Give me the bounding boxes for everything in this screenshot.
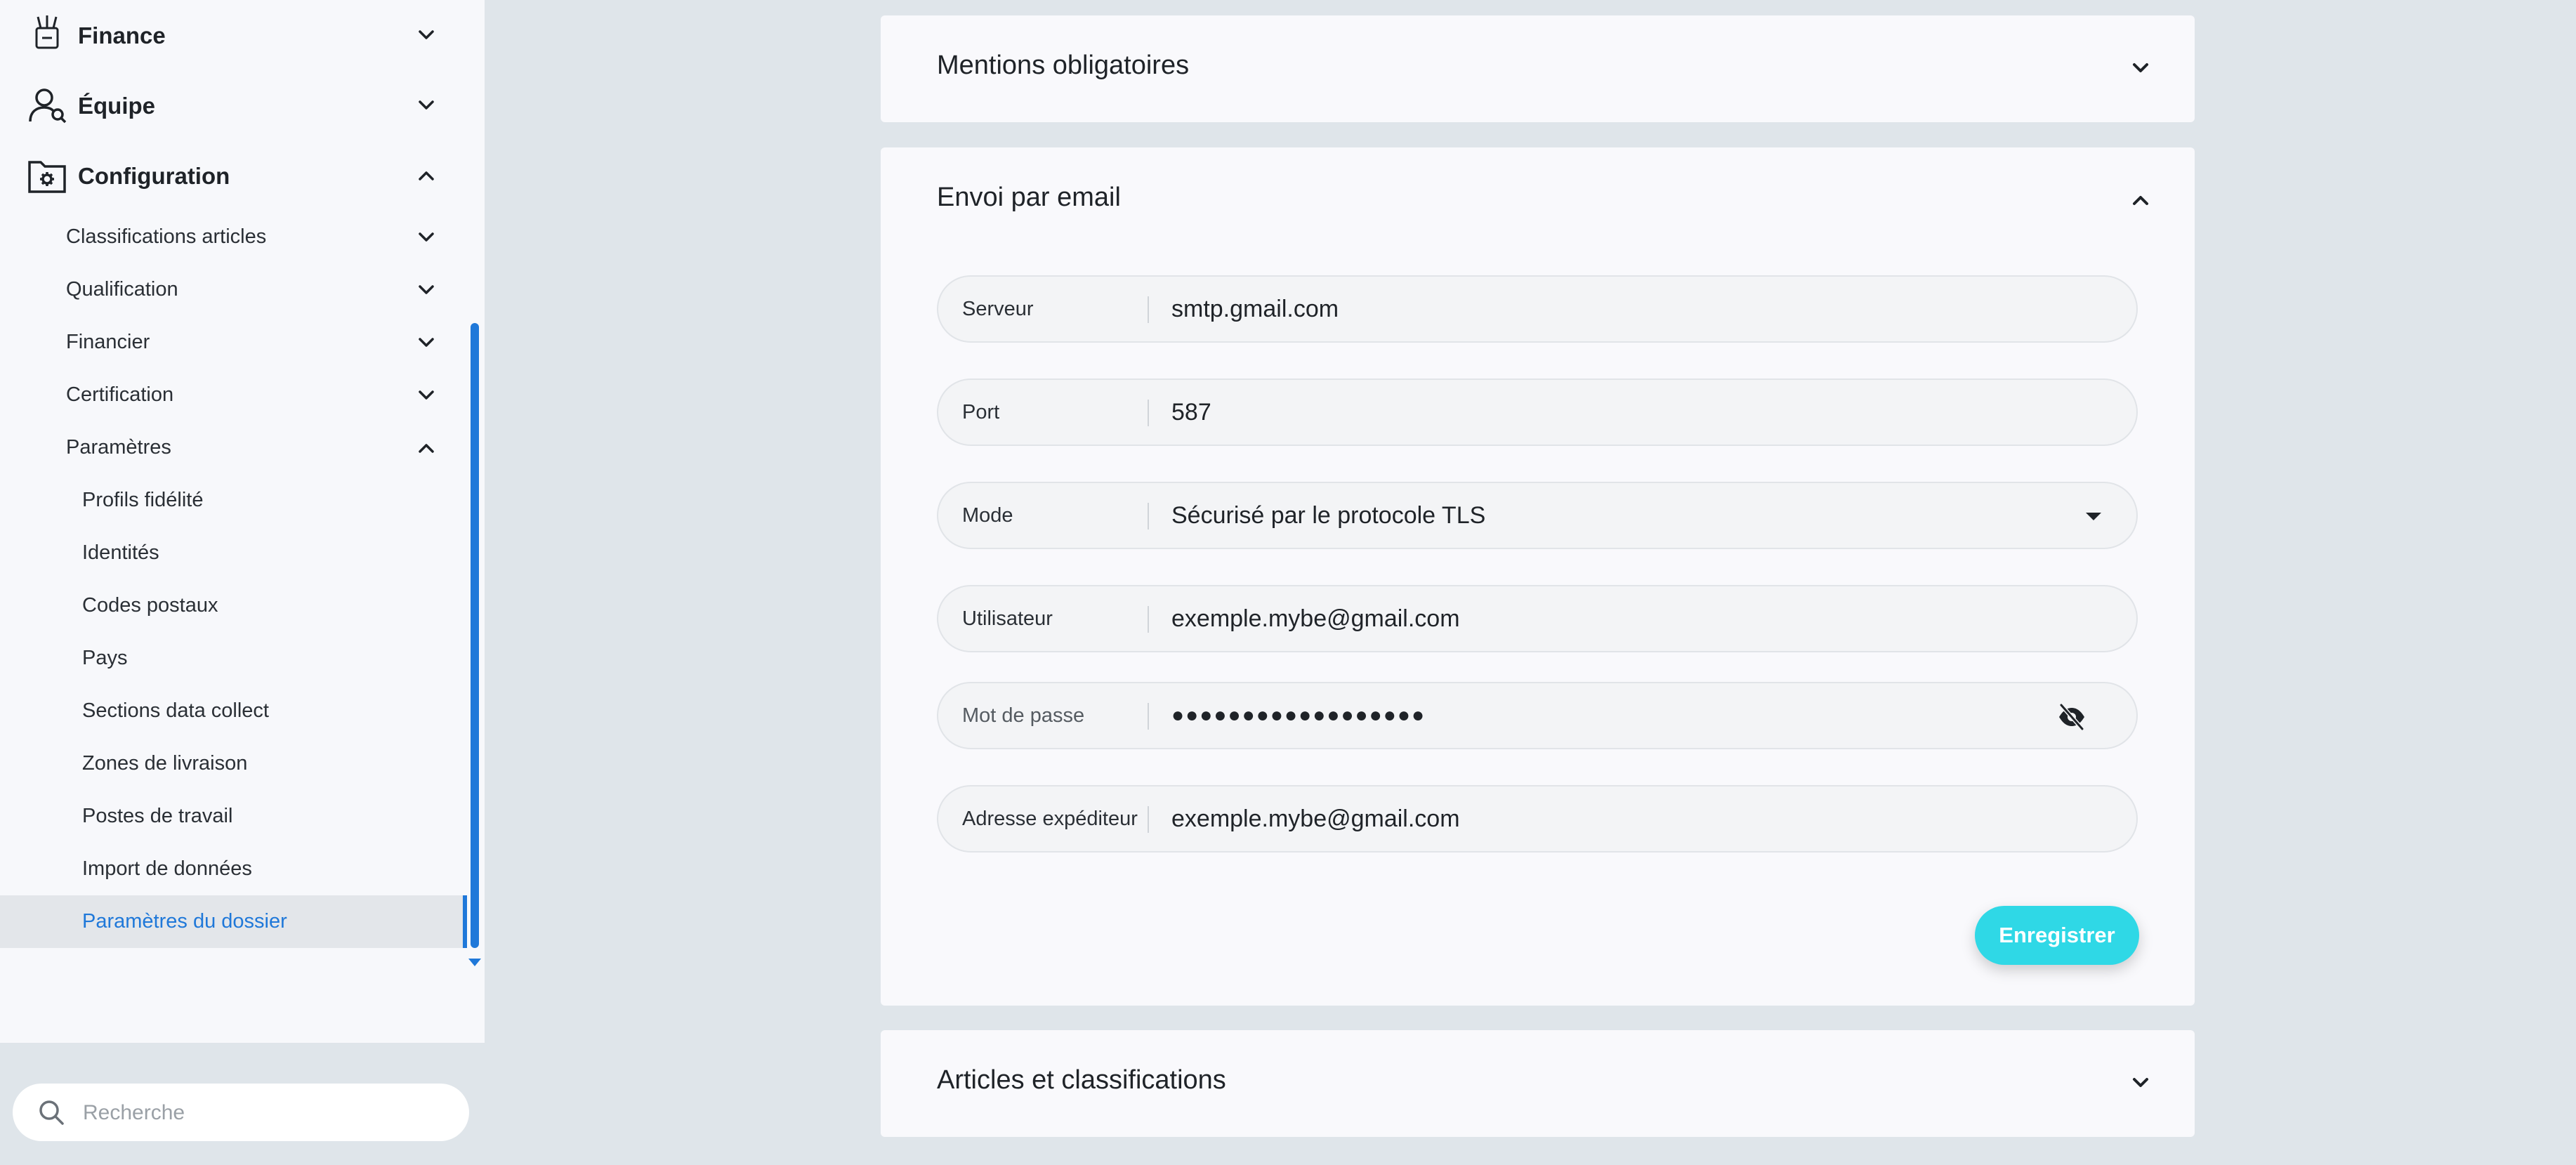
- mode-label: Mode: [962, 504, 1013, 527]
- nav-item-codes-postaux[interactable]: Codes postaux: [0, 579, 467, 632]
- user-label: Utilisateur: [962, 607, 1053, 630]
- nav-item-identites[interactable]: Identités: [0, 527, 467, 579]
- section-header[interactable]: Articles et classifications: [881, 1030, 2195, 1137]
- port-field[interactable]: Port 587: [937, 379, 2138, 446]
- chevron-down-icon[interactable]: [2129, 1071, 2153, 1095]
- password-label: Mot de passe: [962, 704, 1085, 727]
- server-label: Serveur: [962, 298, 1034, 320]
- section-title: Envoi par email: [937, 183, 1121, 212]
- nav-item-configuration[interactable]: Configuration: [0, 140, 485, 211]
- mode-select[interactable]: Mode Sécurisé par le protocole TLS: [937, 482, 2138, 549]
- search-input[interactable]: [81, 1093, 449, 1133]
- chevron-down-icon[interactable]: [414, 278, 438, 302]
- nav-item-label: Import de données: [82, 857, 252, 880]
- nav-item-zones-de-livraison[interactable]: Zones de livraison: [0, 737, 467, 790]
- nav-item-sections-data-collect[interactable]: Sections data collect: [0, 685, 467, 737]
- nav-subitem-classifications-articles[interactable]: Classifications articles: [0, 211, 467, 263]
- nav-item-parametres-du-dossier[interactable]: Paramètres du dossier: [0, 895, 467, 948]
- chevron-down-icon[interactable]: [414, 383, 438, 407]
- field-divider: [1148, 296, 1149, 323]
- sidebar-search[interactable]: [13, 1084, 469, 1141]
- server-input[interactable]: smtp.gmail.com: [1171, 277, 1339, 341]
- nav-subitem-label: Paramètres: [66, 436, 171, 459]
- save-button[interactable]: Enregistrer: [1975, 906, 2139, 965]
- nav-subitem-label: Classifications articles: [66, 225, 267, 248]
- sender-address-field[interactable]: Adresse expéditeur exemple.mybe@gmail.co…: [937, 785, 2138, 853]
- nav-subitem-qualification[interactable]: Qualification: [0, 263, 467, 316]
- chevron-down-icon[interactable]: [414, 93, 438, 117]
- dropdown-caret-icon[interactable]: [2086, 513, 2101, 520]
- field-divider: [1148, 503, 1149, 529]
- chevron-up-icon[interactable]: [414, 436, 438, 460]
- nav-item-postes-de-travail[interactable]: Postes de travail: [0, 790, 467, 843]
- nav-item-label: Postes de travail: [82, 805, 233, 827]
- nav-item-label: Équipe: [78, 93, 156, 119]
- money-icon: [27, 11, 67, 52]
- chevron-down-icon[interactable]: [414, 225, 438, 249]
- section-articles-et-classifications: Articles et classifications: [881, 1030, 2195, 1137]
- chevron-up-icon[interactable]: [414, 164, 438, 187]
- field-divider: [1148, 703, 1149, 730]
- section-mentions-obligatoires: Mentions obligatoires: [881, 15, 2195, 122]
- nav-item-label: Pays: [82, 647, 128, 669]
- nav-item-label: Sections data collect: [82, 699, 269, 722]
- nav-subitem-label: Financier: [66, 331, 150, 353]
- scroll-down-arrow-icon[interactable]: [468, 959, 481, 966]
- field-divider: [1148, 806, 1149, 833]
- settings-folder-icon: [27, 155, 67, 196]
- nav-item-finance[interactable]: Finance: [0, 0, 485, 70]
- eye-off-icon[interactable]: [2056, 702, 2087, 732]
- chevron-down-icon[interactable]: [414, 331, 438, 355]
- nav-item-label: Paramètres du dossier: [82, 910, 287, 933]
- password-field[interactable]: Mot de passe ●●●●●●●●●●●●●●●●●●: [937, 682, 2138, 749]
- nav-item-pays[interactable]: Pays: [0, 632, 467, 685]
- nav-item-label: Profils fidélité: [82, 489, 204, 511]
- nav-item-label: Identités: [82, 541, 159, 564]
- chevron-down-icon[interactable]: [414, 23, 438, 47]
- sender-address-label: Adresse expéditeur: [962, 808, 1138, 830]
- field-divider: [1148, 606, 1149, 633]
- nav-subitem-label: Qualification: [66, 278, 178, 301]
- section-header[interactable]: Envoi par email: [881, 147, 2195, 253]
- field-divider: [1148, 400, 1149, 426]
- sidebar-nav: Finance Équipe Configuration Classificat…: [0, 0, 485, 1043]
- sidebar: Finance Équipe Configuration Classificat…: [0, 0, 485, 1043]
- password-input[interactable]: ●●●●●●●●●●●●●●●●●●: [1171, 683, 1426, 748]
- nav-item-label: Zones de livraison: [82, 752, 248, 775]
- nav-item-equipe[interactable]: Équipe: [0, 70, 485, 140]
- active-indicator: [463, 895, 467, 948]
- nav-subitem-certification[interactable]: Certification: [0, 369, 467, 421]
- section-title: Mentions obligatoires: [937, 51, 1190, 80]
- sender-address-input[interactable]: exemple.mybe@gmail.com: [1171, 786, 1460, 851]
- section-envoi-par-email: Envoi par email Serveur smtp.gmail.com P…: [881, 147, 2195, 1006]
- team-icon: [27, 85, 67, 126]
- section-header[interactable]: Mentions obligatoires: [881, 15, 2195, 122]
- section-title: Articles et classifications: [937, 1065, 1226, 1095]
- server-field[interactable]: Serveur smtp.gmail.com: [937, 275, 2138, 343]
- nav-item-profils-fidelite[interactable]: Profils fidélité: [0, 474, 467, 527]
- user-input[interactable]: exemple.mybe@gmail.com: [1171, 586, 1460, 651]
- nav-subitem-financier[interactable]: Financier: [0, 316, 467, 369]
- sidebar-scrollbar[interactable]: [471, 323, 479, 948]
- nav-item-import-de-donnees[interactable]: Import de données: [0, 843, 467, 895]
- mode-selected-value[interactable]: Sécurisé par le protocole TLS: [1171, 483, 1485, 548]
- chevron-down-icon[interactable]: [2129, 56, 2153, 80]
- nav-subitem-label: Certification: [66, 383, 174, 406]
- chevron-up-icon[interactable]: [2129, 188, 2153, 212]
- nav-item-label: Codes postaux: [82, 594, 218, 617]
- nav-item-label: Configuration: [78, 163, 230, 189]
- port-input[interactable]: 587: [1171, 380, 1211, 445]
- search-icon: [37, 1098, 66, 1127]
- port-label: Port: [962, 401, 1000, 423]
- user-field[interactable]: Utilisateur exemple.mybe@gmail.com: [937, 585, 2138, 652]
- nav-item-label: Finance: [78, 22, 166, 48]
- nav-subitem-parametres[interactable]: Paramètres: [0, 421, 467, 474]
